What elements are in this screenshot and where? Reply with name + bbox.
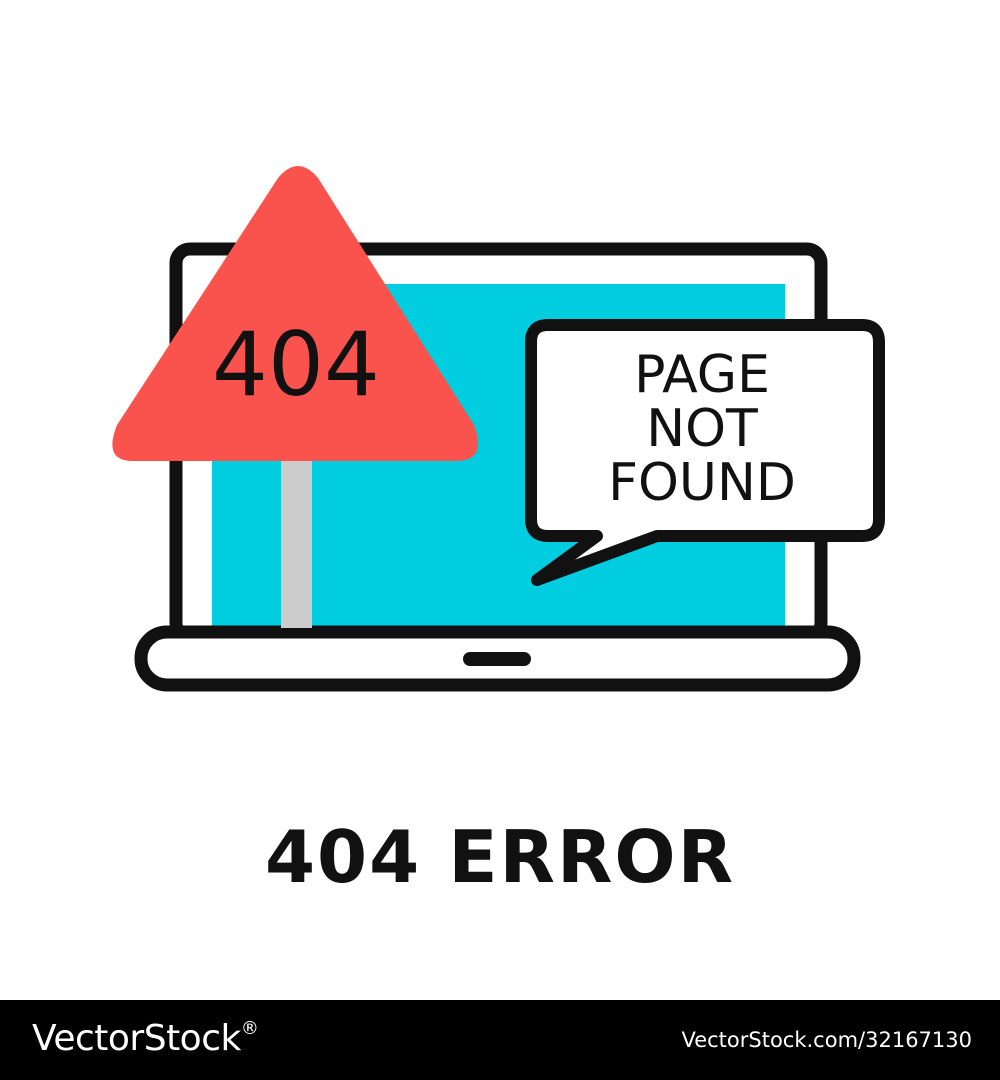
sign-label: 404	[212, 313, 380, 416]
laptop-notch-icon	[463, 652, 531, 666]
brand-name: VectorStock	[32, 1018, 241, 1059]
canvas: 404 PAGE NOT FOUND 404 ERROR VectorStock…	[0, 0, 1000, 1080]
bubble-line-page: PAGE	[634, 345, 770, 405]
sign-post	[281, 455, 312, 628]
bubble-line-not: NOT	[646, 399, 758, 459]
image-id: VectorStock.com/32167130	[681, 1028, 972, 1052]
brand-logo: VectorStock®	[32, 1018, 259, 1059]
bubble-line-found: FOUND	[608, 453, 796, 513]
watermark-footer: VectorStock® VectorStock.com/32167130	[0, 1000, 1000, 1080]
caption-title: 404 ERROR	[264, 815, 736, 899]
registered-mark: ®	[240, 1018, 259, 1039]
